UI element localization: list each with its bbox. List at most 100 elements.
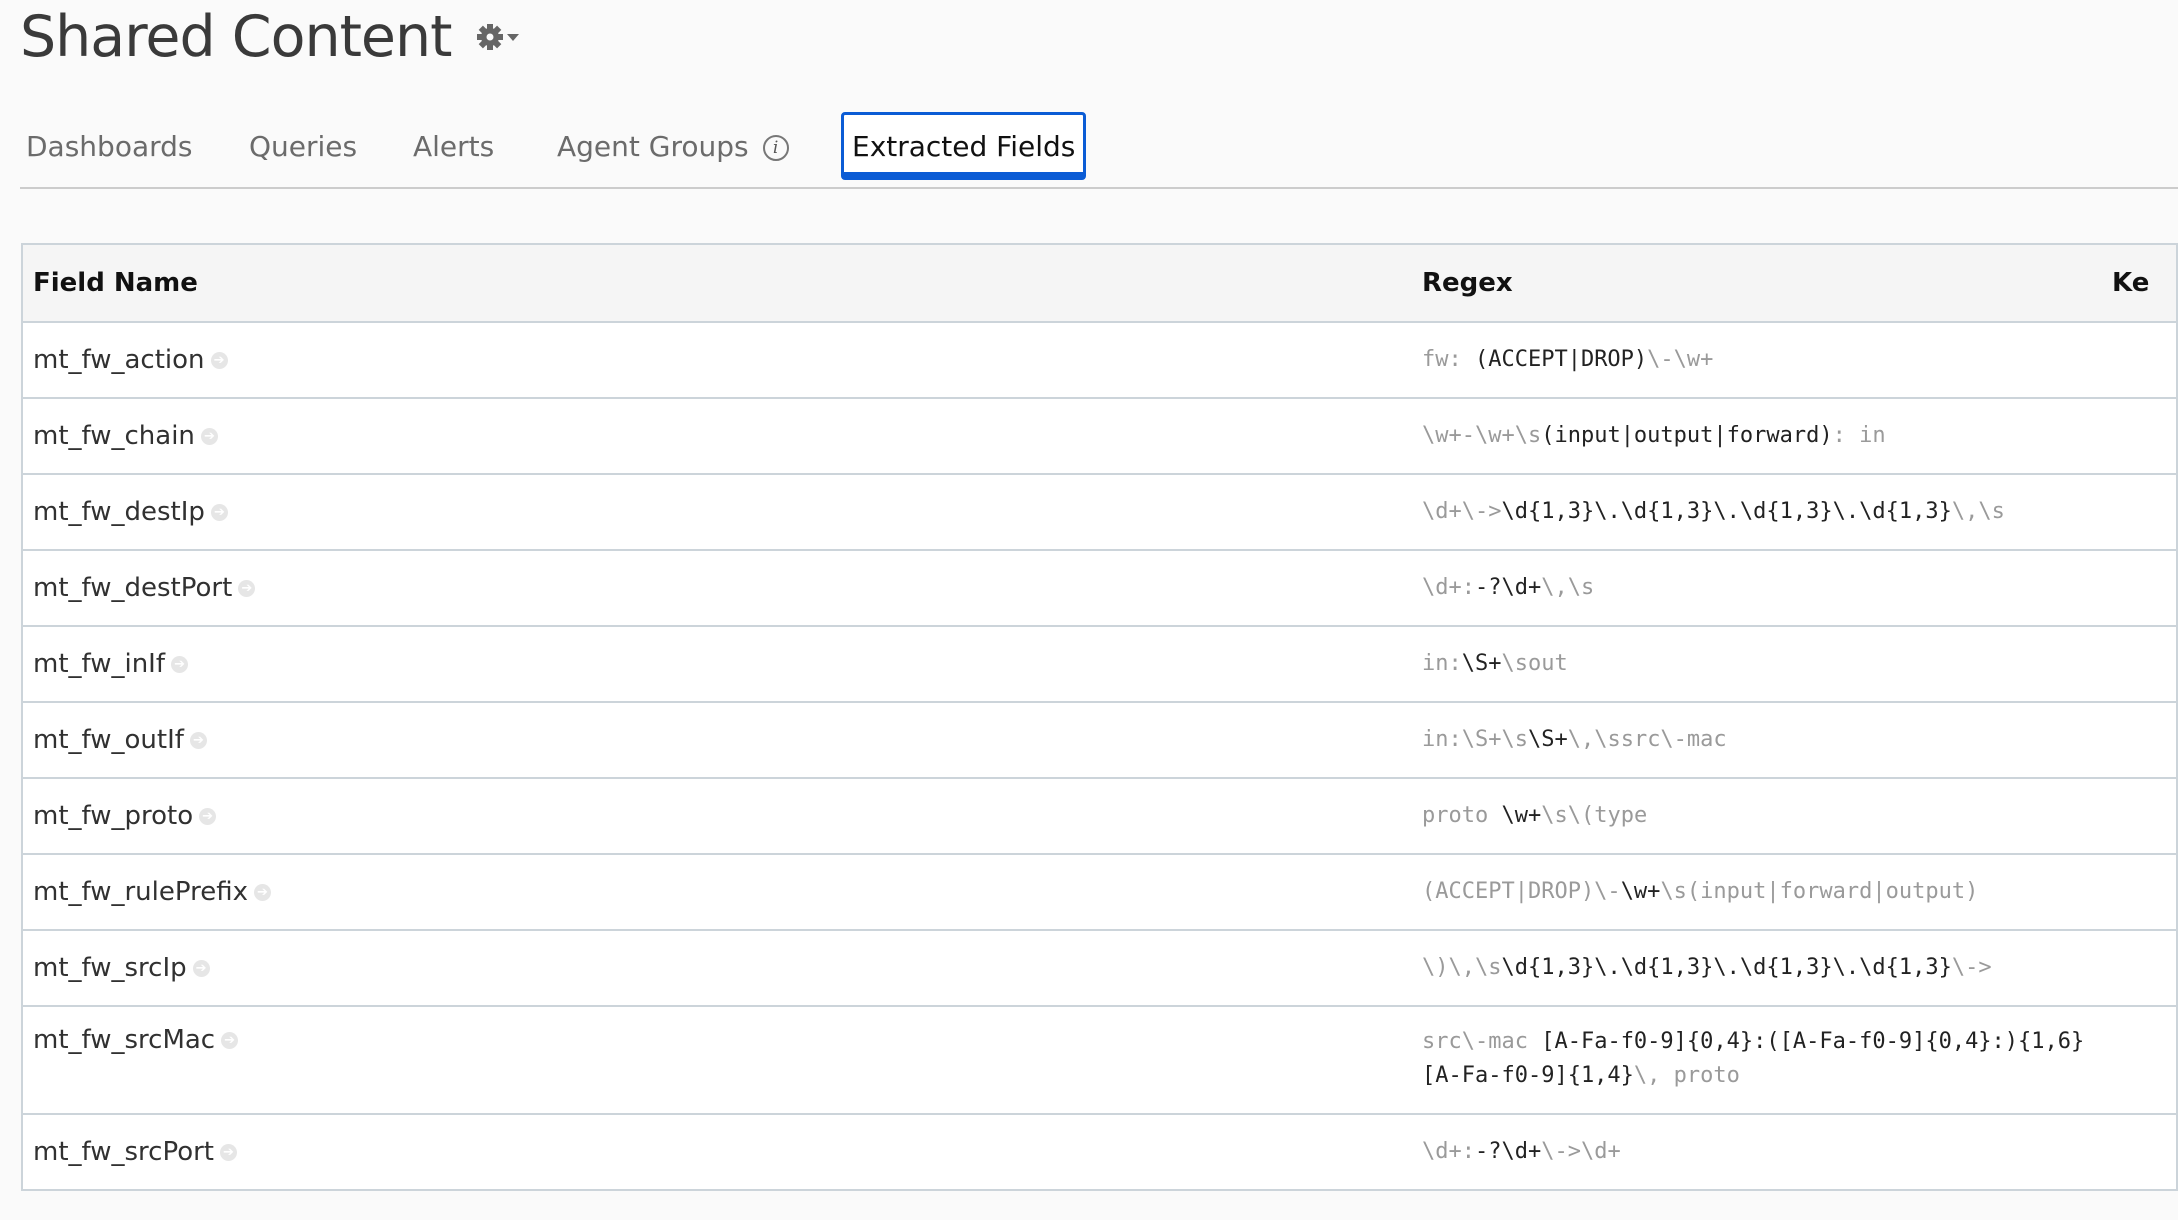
truncated-cell (2102, 854, 2177, 931)
truncated-cell (2102, 626, 2177, 703)
regex-capture: \w+ (1620, 879, 1661, 904)
truncated-cell (2102, 474, 2177, 551)
regex-context: \,\s (1951, 499, 2005, 524)
field-name[interactable]: mt_fw_outIf (33, 725, 184, 755)
regex-context: \->\d+ (1541, 1139, 1621, 1164)
field-name-cell: mt_fw_destIp ➔ (22, 474, 1412, 551)
info-icon[interactable]: i (762, 135, 789, 161)
open-field-icon[interactable]: ➔ (199, 808, 217, 825)
tab-extracted-fields[interactable]: Extracted Fields (841, 112, 1087, 180)
field-name[interactable]: mt_fw_destPort (33, 573, 232, 603)
field-name-cell: mt_fw_proto ➔ (22, 778, 1412, 855)
table-row[interactable]: mt_fw_destIp ➔ \d+\->\d{1,3}\.\d{1,3}\.\d{… (22, 474, 2177, 551)
field-name[interactable]: mt_fw_srcPort (33, 1137, 214, 1167)
open-field-icon[interactable]: ➔ (253, 884, 271, 901)
regex-capture: \w+ (1501, 803, 1542, 828)
tab-bar: Dashboards Queries Alerts Agent Groups i … (20, 112, 2178, 189)
table-row[interactable]: mt_fw_outIf ➔ in:\S+\s\S+\,\ssrc\-mac (22, 702, 2177, 779)
regex-context: (ACCEPT|DROP)\- (1422, 879, 1621, 904)
column-header-regex[interactable]: Regex (1412, 244, 2102, 323)
settings-menu-button[interactable] (476, 20, 526, 54)
open-field-icon[interactable]: ➔ (219, 1144, 237, 1161)
regex-value: \w+-\w+\s(input|output|forward): in (1422, 419, 2092, 453)
field-name-cell: mt_fw_action ➔ (22, 322, 1412, 399)
open-field-icon[interactable]: ➔ (210, 504, 228, 521)
truncated-cell (2102, 322, 2177, 399)
field-name[interactable]: mt_fw_srcIp (33, 953, 187, 983)
regex-capture: (ACCEPT|DROP) (1474, 347, 1648, 372)
column-header-truncated[interactable]: Ke (2102, 244, 2177, 323)
table-row[interactable]: mt_fw_destPort ➔ \d+:-?\d+\,\s (22, 550, 2177, 627)
regex-context: proto (1422, 803, 1502, 828)
regex-value: (ACCEPT|DROP)\-\w+\s(input|forward|outpu… (1422, 875, 2092, 909)
field-name[interactable]: mt_fw_chain (33, 421, 195, 451)
field-name[interactable]: mt_fw_proto (33, 801, 193, 831)
field-name[interactable]: mt_fw_srcMac (33, 1025, 215, 1055)
extracted-fields-table: Field Name Regex Ke mt_fw_action ➔ fw: (AC… (21, 243, 2178, 1191)
open-field-icon[interactable]: ➔ (171, 656, 189, 673)
truncated-cell (2102, 930, 2177, 1007)
table-row[interactable]: mt_fw_srcIp ➔ \)\,\s\d{1,3}\.\d{1,3}\.\d{1… (22, 930, 2177, 1007)
open-field-icon[interactable]: ➔ (192, 960, 210, 977)
regex-value: \)\,\s\d{1,3}\.\d{1,3}\.\d{1,3}\.\d{1,3}… (1422, 951, 2092, 985)
regex-value: proto \w+\s\(type (1422, 799, 2092, 833)
regex-cell: src\-mac [A-Fa-f0-9]{0,4}:([A-Fa-f0-9]{0… (1412, 1006, 2102, 1115)
tab-dashboards[interactable]: Dashboards (26, 130, 193, 163)
regex-context: \s(input|forward|output) (1660, 879, 1979, 904)
regex-cell: proto \w+\s\(type (1412, 778, 2102, 855)
field-name[interactable]: mt_fw_destIp (33, 497, 205, 527)
table-row[interactable]: mt_fw_action ➔ fw: (ACCEPT|DROP)\-\w+ (22, 322, 2177, 399)
regex-context: fw: (1422, 347, 1475, 372)
page-title: Shared Content (20, 4, 452, 70)
regex-context: \d+: (1422, 575, 1475, 600)
table-row[interactable]: mt_fw_chain ➔ \w+-\w+\s(input|output|forwa… (22, 398, 2177, 475)
tab-queries[interactable]: Queries (249, 130, 357, 163)
table-row[interactable]: mt_fw_inIf ➔ in:\S+\sout (22, 626, 2177, 703)
tab-label: Extracted Fields (852, 130, 1076, 163)
truncated-cell (2102, 778, 2177, 855)
regex-context: src\-mac (1422, 1029, 1542, 1054)
open-field-icon[interactable]: ➔ (238, 580, 256, 597)
gear-icon (477, 24, 519, 50)
field-name[interactable]: mt_fw_inIf (33, 649, 165, 679)
regex-capture: \d{1,3}\.\d{1,3}\.\d{1,3}\.\d{1,3} (1501, 955, 1952, 980)
field-name-cell: mt_fw_srcMac ➔ (22, 1006, 1412, 1115)
regex-value: \d+:-?\d+\->\d+ (1422, 1135, 2092, 1169)
regex-cell: \d+\->\d{1,3}\.\d{1,3}\.\d{1,3}\.\d{1,3}… (1412, 474, 2102, 551)
regex-context: \d+\-> (1422, 499, 1502, 524)
field-name-cell: mt_fw_srcIp ➔ (22, 930, 1412, 1007)
tab-alerts[interactable]: Alerts (413, 130, 494, 163)
regex-value: in:\S+\sout (1422, 647, 2092, 681)
regex-cell: in:\S+\sout (1412, 626, 2102, 703)
truncated-cell (2102, 702, 2177, 779)
open-field-icon[interactable]: ➔ (221, 1032, 239, 1049)
regex-context: \w+-\w+\s (1422, 423, 1542, 448)
field-name[interactable]: mt_fw_rulePrefix (33, 877, 248, 907)
table-header-row: Field Name Regex Ke (22, 244, 2177, 323)
field-name-cell: mt_fw_chain ➔ (22, 398, 1412, 475)
regex-context: \d+: (1422, 1139, 1475, 1164)
regex-cell: \d+:-?\d+\->\d+ (1412, 1114, 2102, 1191)
table-row[interactable]: mt_fw_srcPort ➔ \d+:-?\d+\->\d+ (22, 1114, 2177, 1191)
regex-capture: \d{1,3}\.\d{1,3}\.\d{1,3}\.\d{1,3} (1501, 499, 1952, 524)
table-row[interactable]: mt_fw_srcMac ➔ src\-mac [A-Fa-f0-9]{0,4}:(… (22, 1006, 2177, 1115)
open-field-icon[interactable]: ➔ (210, 352, 228, 369)
field-name-cell: mt_fw_srcPort ➔ (22, 1114, 1412, 1191)
truncated-cell (2102, 550, 2177, 627)
field-name[interactable]: mt_fw_action (33, 345, 205, 375)
regex-context: \sout (1501, 651, 1568, 676)
field-name-cell: mt_fw_inIf ➔ (22, 626, 1412, 703)
regex-context: in: (1422, 651, 1462, 676)
regex-context: \-> (1951, 955, 1992, 980)
table-row[interactable]: mt_fw_proto ➔ proto \w+\s\(type (22, 778, 2177, 855)
table-row[interactable]: mt_fw_rulePrefix ➔ (ACCEPT|DROP)\-\w+\s(in… (22, 854, 2177, 931)
tab-agent-groups[interactable]: Agent Groups i (557, 130, 789, 163)
regex-capture: (input|output|forward) (1541, 423, 1833, 448)
regex-cell: in:\S+\s\S+\,\ssrc\-mac (1412, 702, 2102, 779)
regex-context: \,\s (1541, 575, 1595, 600)
open-field-icon[interactable]: ➔ (189, 732, 207, 749)
regex-context: in:\S+\s (1422, 727, 1528, 752)
regex-capture: -?\d+ (1474, 575, 1542, 600)
open-field-icon[interactable]: ➔ (200, 428, 218, 445)
column-header-field-name[interactable]: Field Name (22, 244, 1412, 323)
